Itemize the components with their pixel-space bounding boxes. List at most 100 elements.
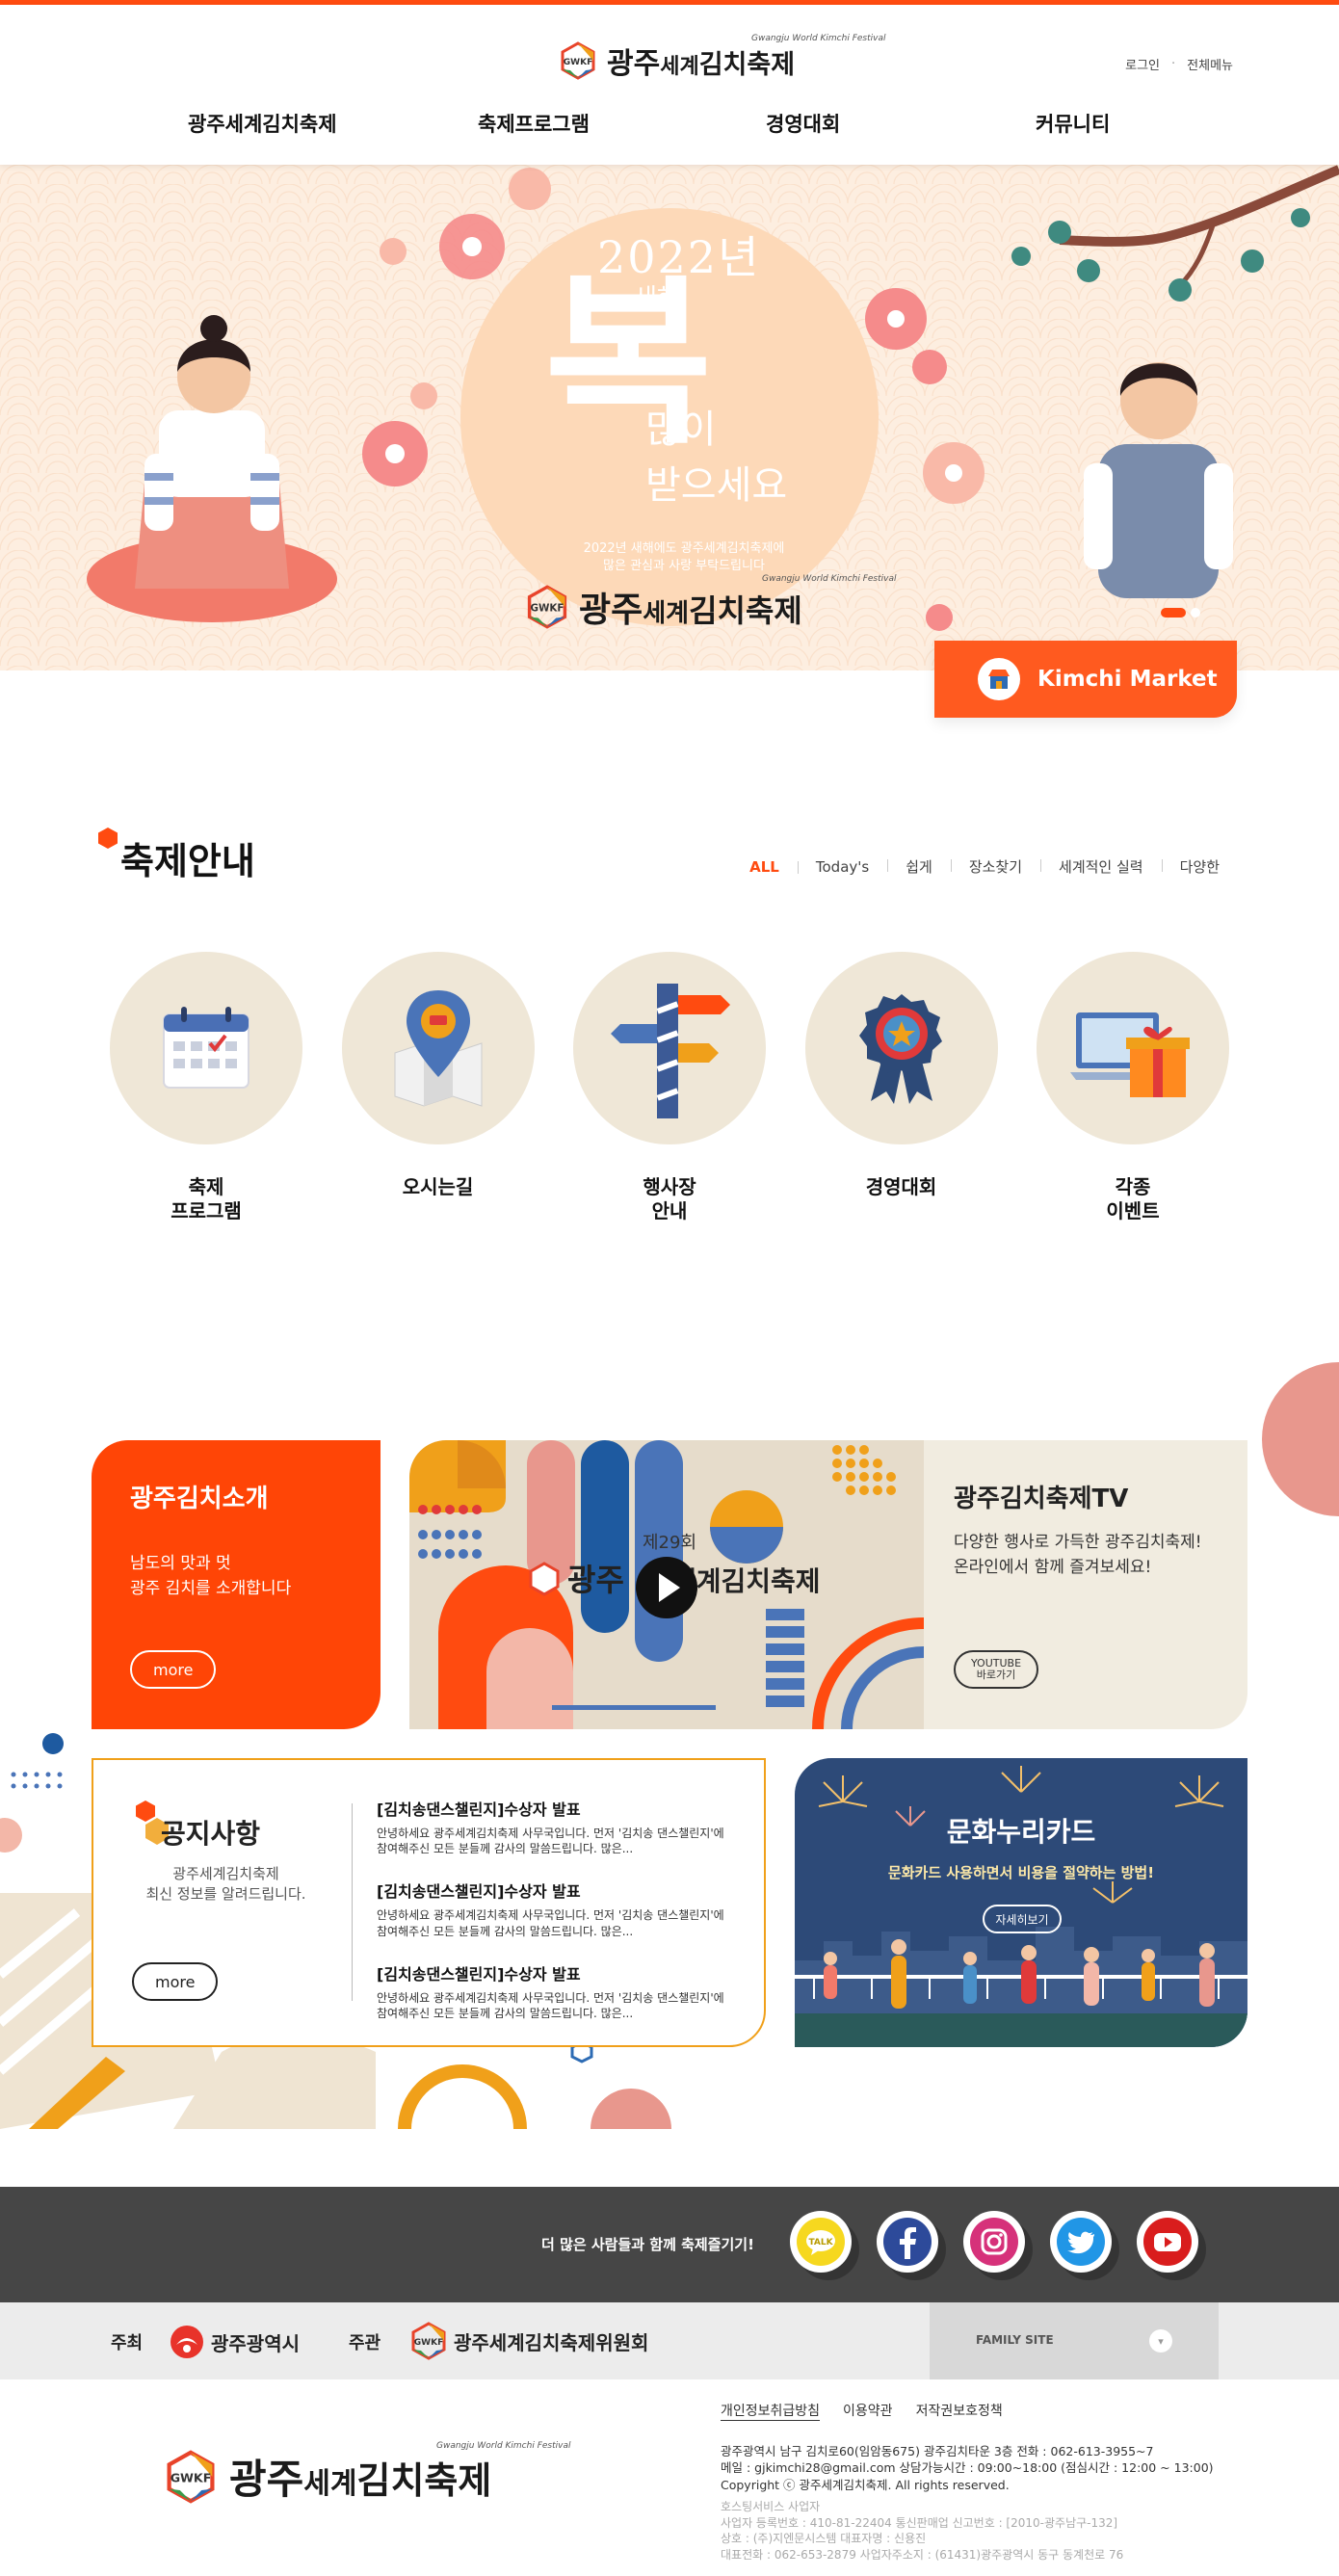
notice-item-title: [김치송댄스챌린지]수상자 발표 [377,1964,581,1984]
youtube-button[interactable]: YOUTUBE 바로가기 [954,1650,1038,1689]
gwkf-logo-text: GWKF [171,2470,212,2484]
host-label: 주최 [111,2333,144,2353]
sponsor-bar: 주최 광주광역시 주관 GWKF 광주세계김치축제위원회 FAMILY SITE… [0,2302,1339,2379]
tab-various[interactable]: 다양한 [1161,856,1238,877]
nav-item-program[interactable]: 축제프로그램 [478,109,590,138]
store-icon [978,658,1020,700]
hero-banner[interactable]: 2022년 새해 복 많이 받으세요 2022년 새해에도 광주세계김치축제에 … [0,165,1339,670]
guide-item-events[interactable]: 각종 이벤트 [1037,952,1229,1223]
tv-thumbnail-graphic: 제29회 광주 세계김치축제 [409,1440,924,1729]
terms-link[interactable]: 이용약관 [843,2401,893,2421]
kimchi-market-button[interactable]: Kimchi Market [934,641,1237,718]
site-header: GWKF 광주세계김치축제 Gwangju World Kimchi Festi… [0,5,1339,165]
intro-more-button[interactable]: more [130,1650,217,1689]
copyright-policy-link[interactable]: 저작권보호정책 [916,2401,1003,2421]
notice-item-body: 안녕하세요 광주세계김치축제 사무국입니다. 먼저 '김치송 댄스챌린지'에 참… [377,1908,724,1938]
privacy-policy-link[interactable]: 개인정보취급방침 [721,2401,821,2421]
hero-logo-kimchi: 김치축제 [689,592,802,629]
gift-icon [1070,1012,1190,1097]
tv-thumbnail[interactable]: 제29회 광주 세계김치축제 [409,1440,924,1729]
kakaotalk-icon[interactable]: TALK [790,2211,852,2273]
guide-label: 각종 이벤트 [1106,1175,1160,1222]
family-site-select[interactable]: FAMILY SITE ▾ [930,2302,1219,2379]
host-logo[interactable]: 광주광역시 [169,2324,300,2360]
chevron-down-icon: ▾ [1149,2329,1172,2353]
util-separator: · [1171,57,1176,71]
sns-text: 더 많은 사람들과 함께 축제즐기기! [541,2236,754,2253]
nav-item-community[interactable]: 커뮤니티 [1036,109,1110,138]
guide-label: 오시는길 [402,1175,474,1198]
tv-thumb-caption: 제29회 [643,1533,696,1553]
intro-desc: 남도의 맛과 멋 광주 김치를 소개합니다 [130,1554,292,1599]
notice-item[interactable]: [김치송댄스챌린지]수상자 발표 안녕하세요 광주세계김치축제 사무국입니다. … [377,1879,733,1938]
family-site-label: FAMILY SITE [976,2333,1054,2347]
logo-kimchi: 김치축제 [698,50,796,80]
notice-more-button[interactable]: more [132,1962,219,2001]
logo-text: 광주세계김치축제 Gwangju World Kimchi Festival [607,34,885,82]
organizer-label: 주관 [349,2333,381,2353]
tab-location[interactable]: 장소찾기 [950,856,1040,877]
guide-item-program[interactable]: 축제 프로그램 [110,952,302,1223]
hero-logo-subtitle: Gwangju World Kimchi Festival [762,574,897,584]
deco-half-circle [1262,1362,1339,1516]
culture-card-banner[interactable]: 문화누리카드 문화카드 사용하면서 비용을 절약하는 방법! 자세히보기 [795,1758,1247,2047]
culture-desc: 문화카드 사용하면서 비용을 절약하는 방법! [887,1864,1155,1881]
footer-logo-text: 광주세계김치축제 Gwangju World Kimchi Festival [229,2441,570,2506]
gwkf-logo-icon: GWKF [167,2449,215,2504]
culture-title: 문화누리카드 [946,1816,1096,1848]
footer-links: 개인정보취급방침 이용약관 저작권보호정책 [721,2401,1003,2421]
all-menu-link[interactable]: 전체메뉴 [1187,55,1233,73]
logo-gwangju: 광주 [607,47,661,81]
footer-logo-kimchi: 김치축제 [356,2459,492,2502]
tab-easy[interactable]: 쉽게 [887,856,951,877]
tv-thumb-logo-gwangju: 광주 [567,1562,624,1598]
intro-title: 광주김치소개 [130,1485,269,1513]
culture-view-button[interactable]: 자세히보기 [983,1905,1062,1933]
hero-pagination[interactable] [1161,608,1200,618]
guide-tabs: ALL Today's 쉽게 장소찾기 세계적인 실력 다양한 [731,856,1238,877]
tv-title: 광주김치축제TV [954,1485,1129,1513]
kimchi-intro-card[interactable]: 광주김치소개 남도의 맛과 멋 광주 김치를 소개합니다 more [92,1440,381,1729]
site-footer: GWKF 광주세계김치축제 Gwangju World Kimchi Festi… [0,2379,1339,2576]
hero-manhi: 많이 [645,407,717,452]
notice-item-body: 안녕하세요 광주세계김치축제 사무국입니다. 먼저 '김치송 댄스챌린지'에 참… [377,1990,724,2020]
hero-badeuseyo: 받으세요 [645,463,788,508]
facebook-icon[interactable] [877,2211,938,2273]
footer-logo-gwangju: 광주 [229,2456,304,2503]
hero-small-text: 2022년 새해에도 광주세계김치축제에 많은 관심과 사랑 부탁드립니다 [583,541,785,574]
footer-info: 광주광역시 남구 김치로60(임암동675) 광주김치타운 3층 전화 : 06… [721,2444,1214,2492]
footer-business-info: 호스팅서비스 사업자 사업자 등록번호 : 410-81-22404 통신판매업… [721,2500,1124,2562]
notice-item[interactable]: [김치송댄스챌린지]수상자 발표 안녕하세요 광주세계김치축제 사무국입니다. … [377,1797,733,1856]
sns-icons: TALK [790,2211,1198,2273]
notice-list: [김치송댄스챌린지]수상자 발표 안녕하세요 광주세계김치축제 사무국입니다. … [377,1797,733,2043]
login-link[interactable]: 로그인 [1125,55,1160,73]
guide-circle [110,952,302,1144]
sns-bar: 더 많은 사람들과 함께 축제즐기기! TALK [0,2187,1339,2302]
hero-dot-active[interactable] [1161,608,1186,618]
guide-circle [804,952,998,1144]
guide-label: 축제 프로그램 [171,1175,242,1222]
tab-all[interactable]: ALL [731,858,798,876]
youtube-button-line2: 바로가기 [976,1669,1016,1682]
notice-item-title: [김치송댄스챌린지]수상자 발표 [377,1882,581,1902]
tab-world-class[interactable]: 세계적인 실력 [1040,856,1162,877]
hexagon-bullet-icon [98,828,118,849]
hero-dot[interactable] [1191,608,1200,618]
site-logo[interactable]: GWKF 광주세계김치축제 Gwangju World Kimchi Festi… [559,34,885,85]
gwkf-logo-text: GWKF [531,603,564,615]
notice-desc: 광주세계김치축제 최신 정보를 알려드립니다. [145,1865,306,1903]
instagram-icon[interactable] [963,2211,1025,2273]
organizer-logo[interactable]: GWKF 광주세계김치축제위원회 [409,2322,648,2360]
kimchi-tv-card: 제29회 광주 세계김치축제 광주김치축제TV 다양한 행사로 가득한 광주김치… [409,1440,1247,1729]
guide-item-directions[interactable]: 오시는길 [341,952,535,1223]
logo-subtitle: Gwangju World Kimchi Festival [751,34,886,43]
guide-item-contest[interactable]: 경영대회 [804,952,998,1223]
guide-item-venue[interactable]: 행사장 안내 [573,952,766,1223]
twitter-icon[interactable] [1050,2211,1112,2273]
nav-item-contest[interactable]: 경영대회 [766,109,840,138]
youtube-icon[interactable] [1137,2211,1198,2273]
nav-item-festival[interactable]: 광주세계김치축제 [188,109,337,138]
kakaotalk-label: TALK [808,2238,833,2247]
tab-today[interactable]: Today's [797,858,887,876]
notice-item[interactable]: [김치송댄스챌린지]수상자 발표 안녕하세요 광주세계김치축제 사무국입니다. … [377,1961,733,2021]
